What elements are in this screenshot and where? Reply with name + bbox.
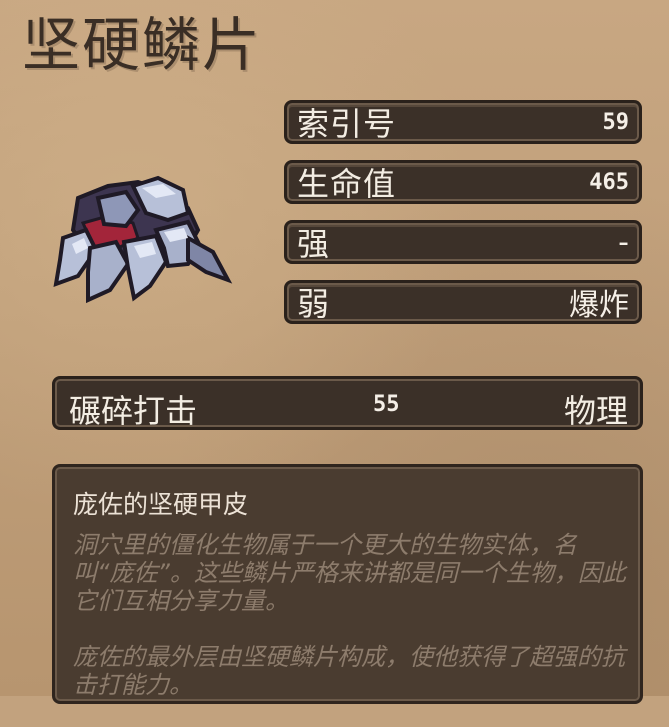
description-paragraph-2: 庞佐的最外层由坚硬鳞片构成，使他获得了超强的抗击打能力。 <box>73 643 625 699</box>
attack-power: 55 <box>373 392 400 417</box>
strong-against-value: - <box>618 224 629 260</box>
description-paragraph-1: 洞穴里的僵化生物属于一个更大的生物实体，名叫“庞佐”。这些鳞片严格来讲都是同一个… <box>73 531 626 615</box>
hard-scale-creature-icon <box>53 175 233 304</box>
strong-against-row: 强 - <box>284 220 642 264</box>
description-heading: 庞佐的坚硬甲皮 <box>73 490 249 519</box>
enemy-name-title: 坚硬鳞片 <box>22 11 263 79</box>
index-number-row: 索引号 59 <box>284 100 642 144</box>
index-number-value: 59 <box>602 109 630 135</box>
description-body: 洞穴里的僵化生物属于一个更大的生物实体，名叫“庞佐”。这些鳞片严格来讲都是同一个… <box>73 531 629 727</box>
hp-row: 生命值 465 <box>284 160 642 204</box>
weak-against-label: 弱 <box>297 285 331 323</box>
strong-against-label: 强 <box>297 225 331 263</box>
index-number-label: 索引号 <box>297 105 397 143</box>
hp-value: 465 <box>589 169 629 195</box>
hp-label: 生命值 <box>297 165 397 203</box>
attack-row: 碾碎打击 55 物理 <box>52 376 643 430</box>
attack-name: 碾碎打击 <box>69 392 198 430</box>
attack-type: 物理 <box>563 392 628 430</box>
weak-against-row: 弱 爆炸 <box>284 280 642 324</box>
description-panel[interactable]: 庞佐的坚硬甲皮 洞穴里的僵化生物属于一个更大的生物实体，名叫“庞佐”。这些鳞片严… <box>52 464 643 704</box>
weak-against-value: 爆炸 <box>569 288 629 323</box>
